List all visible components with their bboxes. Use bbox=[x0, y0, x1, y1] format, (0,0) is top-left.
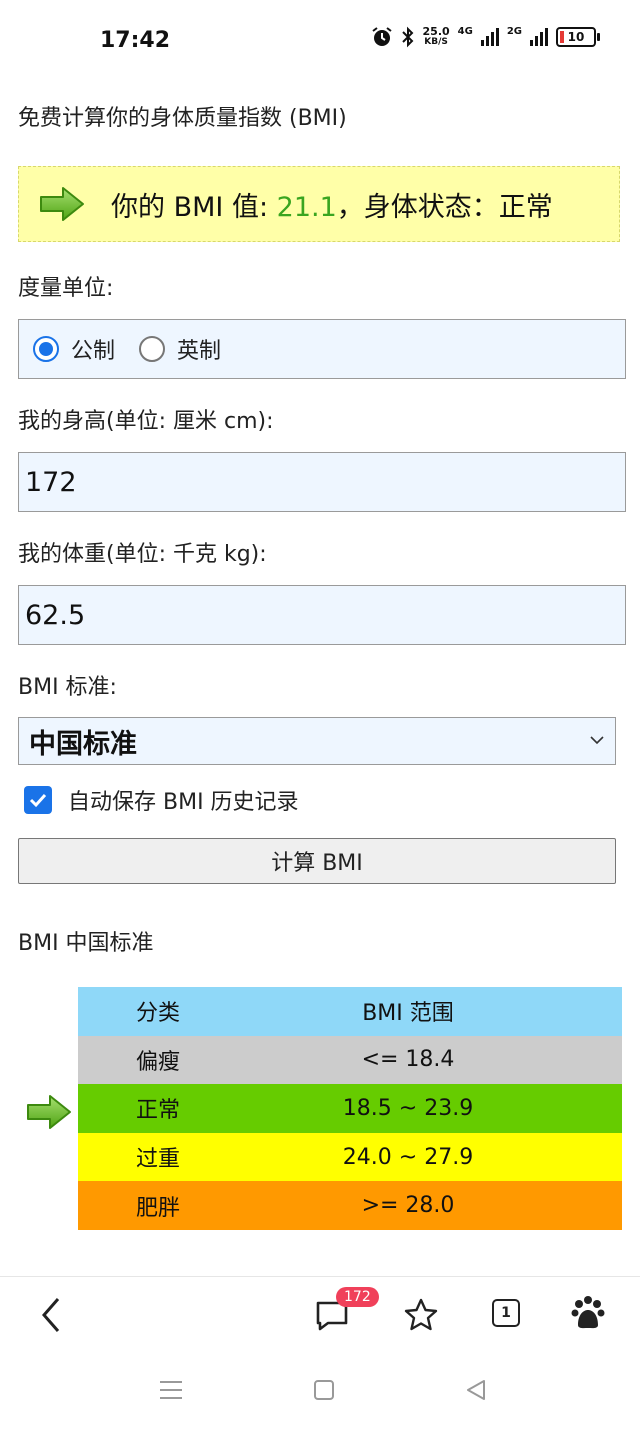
messages-badge: 172 bbox=[336, 1287, 379, 1307]
status-icons: 25.0 KB/S 4G 2G 10 bbox=[371, 25, 600, 48]
bmi-value: 21.1 bbox=[276, 191, 337, 223]
radio-imperial-control[interactable] bbox=[139, 336, 166, 362]
menu-icon[interactable] bbox=[158, 1378, 184, 1402]
network-type-2: 2G bbox=[506, 26, 522, 37]
units-label: 度量单位: bbox=[18, 276, 114, 301]
right-arrow-icon bbox=[40, 187, 84, 221]
table-row-overweight: 过重 24.0 ~ 27.9 bbox=[78, 1132, 622, 1182]
home-icon[interactable] bbox=[312, 1378, 336, 1402]
system-navigation-bar bbox=[0, 1350, 640, 1429]
table-row-obese: 肥胖 >= 28.0 bbox=[78, 1181, 622, 1230]
star-icon[interactable] bbox=[402, 1297, 440, 1333]
radio-imperial[interactable]: 英制 bbox=[139, 333, 221, 365]
header-range: BMI 范围 bbox=[362, 1001, 454, 1027]
table-row-underweight: 偏瘦 <= 18.4 bbox=[78, 1035, 622, 1085]
row-category: 偏瘦 bbox=[136, 1049, 181, 1075]
current-row-arrow-icon bbox=[27, 1095, 71, 1129]
result-prefix: 你的 BMI 值: bbox=[111, 191, 277, 223]
bmi-table: 分类 BMI 范围 偏瘦 <= 18.4 正常 18.5 ~ 23.9 过重 2… bbox=[78, 987, 622, 1230]
weight-label: 我的体重(单位: 千克 kg): bbox=[18, 542, 267, 567]
radio-metric-control[interactable] bbox=[33, 336, 59, 362]
calculate-button[interactable]: 计算 BMI bbox=[18, 838, 616, 884]
baidu-paw-icon[interactable] bbox=[570, 1295, 606, 1331]
unit-selector: 公制 英制 bbox=[18, 319, 626, 379]
tabs-button[interactable]: 1 bbox=[492, 1299, 520, 1327]
row-category: 肥胖 bbox=[136, 1195, 181, 1221]
table-header-row: 分类 BMI 范围 bbox=[78, 987, 622, 1036]
chevron-down-icon bbox=[590, 736, 604, 745]
radio-imperial-label: 英制 bbox=[177, 339, 222, 364]
signal-strength-1-icon bbox=[480, 28, 499, 46]
radio-metric[interactable]: 公制 bbox=[33, 333, 115, 365]
bluetooth-icon bbox=[401, 26, 413, 48]
row-category: 正常 bbox=[136, 1098, 181, 1124]
standard-select[interactable]: 中国标准 bbox=[18, 717, 616, 765]
status-time: 17:42 bbox=[100, 28, 171, 53]
height-input[interactable]: 172 bbox=[18, 452, 626, 512]
row-range: >= 28.0 bbox=[361, 1193, 455, 1219]
height-label: 我的身高(单位: 厘米 cm): bbox=[18, 409, 274, 434]
network-type-1: 4G bbox=[457, 26, 473, 37]
net-speed: 25.0 KB/S bbox=[422, 25, 450, 47]
autosave-label: 自动保存 BMI 历史记录 bbox=[68, 790, 299, 815]
signal-strength-2-icon bbox=[530, 28, 548, 46]
standard-label: BMI 标准: bbox=[18, 675, 117, 700]
battery-icon: 10 bbox=[556, 27, 600, 47]
weight-input[interactable]: 62.5 bbox=[18, 585, 626, 645]
autosave-checkbox[interactable] bbox=[24, 786, 52, 814]
result-suffix: ，身体状态：正常 bbox=[336, 191, 553, 223]
check-icon bbox=[29, 793, 47, 808]
row-category: 过重 bbox=[136, 1147, 181, 1173]
bmi-result-text: 你的 BMI 值: 21.1，身体状态：正常 bbox=[111, 185, 553, 224]
table-title: BMI 中国标准 bbox=[18, 931, 154, 956]
back-icon[interactable] bbox=[36, 1295, 66, 1335]
page-title: 免费计算你的身体质量指数 (BMI) bbox=[18, 106, 347, 131]
bmi-result-box: 你的 BMI 值: 21.1，身体状态：正常 bbox=[18, 166, 620, 242]
standard-selected: 中国标准 bbox=[29, 728, 137, 760]
row-range: 24.0 ~ 27.9 bbox=[342, 1144, 474, 1170]
browser-bottom-nav: 1 bbox=[0, 1276, 640, 1351]
table-row-normal: 正常 18.5 ~ 23.9 bbox=[78, 1084, 622, 1133]
radio-metric-label: 公制 bbox=[71, 339, 116, 364]
alarm-icon bbox=[371, 27, 392, 46]
back-triangle-icon[interactable] bbox=[464, 1378, 488, 1402]
autosave-option[interactable]: 自动保存 BMI 历史记录 bbox=[24, 784, 299, 816]
row-range: 18.5 ~ 23.9 bbox=[342, 1095, 474, 1121]
row-range: <= 18.4 bbox=[361, 1047, 455, 1073]
header-category: 分类 bbox=[136, 1001, 181, 1027]
status-bar: 17:42 25.0 KB/S 4G 2G 10 bbox=[0, 0, 640, 80]
